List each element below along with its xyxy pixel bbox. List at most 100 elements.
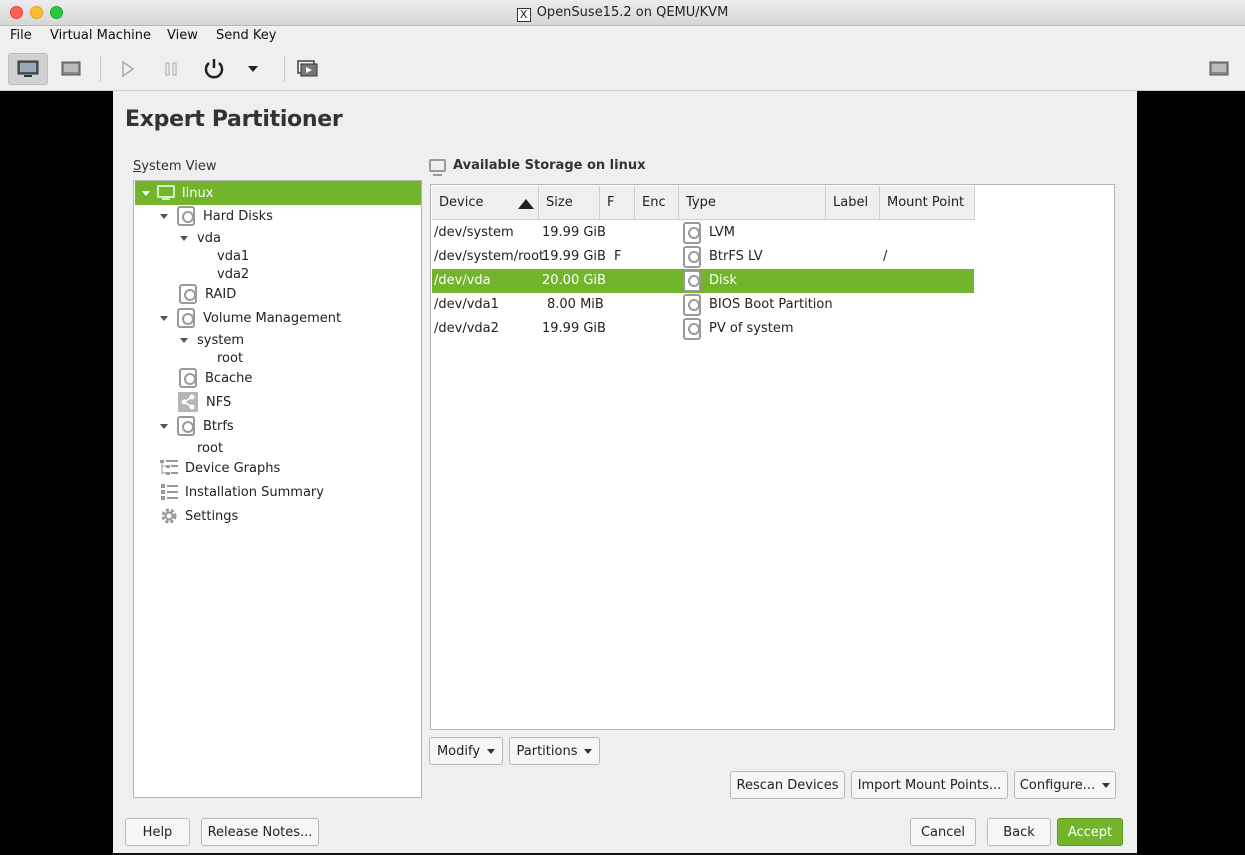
import-mount-points-button[interactable]: Import Mount Points... xyxy=(851,771,1008,799)
table-row[interactable]: /dev/vda1 8.00 MiB BIOS Boot Partition xyxy=(432,293,974,317)
computer-icon xyxy=(157,185,175,200)
column-header-mount-point[interactable]: Mount Point xyxy=(880,186,975,220)
table-row-selected[interactable]: /dev/vda 20.00 GiB Disk xyxy=(432,269,974,293)
disk-icon xyxy=(683,270,701,292)
column-label-label: Label xyxy=(833,195,869,210)
menu-send-key[interactable]: Send Key xyxy=(216,28,276,43)
menu-virtual-machine[interactable]: Virtual Machine xyxy=(50,28,151,43)
tree-item-vda2[interactable]: vda2 xyxy=(217,263,249,285)
column-header-label[interactable]: Label xyxy=(826,186,880,220)
column-header-f[interactable]: F xyxy=(600,186,635,220)
cell-size: 19.99 GiB xyxy=(542,249,606,264)
share-icon xyxy=(178,392,198,412)
tree-item-bcache[interactable]: Bcache xyxy=(134,367,252,389)
tree-label-linux: linux xyxy=(182,185,214,201)
tree-item-vda[interactable]: vda xyxy=(134,227,221,249)
column-label-size: Size xyxy=(546,195,573,210)
table-row[interactable]: /dev/vda2 19.99 GiB PV of system xyxy=(432,317,974,341)
expand-arrow-icon[interactable] xyxy=(142,190,150,196)
accept-button[interactable]: Accept xyxy=(1057,818,1123,846)
system-view-tree[interactable]: linux Hard Disks vda vda1 vda2 RAID Volu… xyxy=(133,180,422,798)
snapshots-icon xyxy=(297,60,318,77)
rescan-button-label: Rescan Devices xyxy=(736,777,839,793)
column-header-size[interactable]: Size xyxy=(539,186,600,220)
back-button-label: Back xyxy=(1003,824,1035,840)
rescan-devices-button[interactable]: Rescan Devices xyxy=(730,771,845,799)
expand-arrow-icon[interactable] xyxy=(160,213,168,219)
sort-ascending-icon xyxy=(518,199,534,209)
cell-f: F xyxy=(614,249,622,264)
modify-button[interactable]: Modify xyxy=(429,737,503,765)
cell-device: /dev/vda1 xyxy=(434,297,499,312)
power-menu-button[interactable] xyxy=(233,53,273,85)
raid-icon xyxy=(179,284,197,304)
expand-arrow-icon[interactable] xyxy=(160,315,168,321)
monitor-icon xyxy=(429,159,446,176)
play-icon xyxy=(122,60,135,78)
menu-file[interactable]: File xyxy=(10,28,32,43)
tree-label-nfs: NFS xyxy=(206,394,232,410)
fullscreen-icon xyxy=(1209,61,1229,76)
cell-type: PV of system xyxy=(709,321,794,336)
tree-item-installation-summary[interactable]: Installation Summary xyxy=(134,481,324,503)
configure-button-label: Configure... xyxy=(1019,777,1096,793)
back-button[interactable]: Back xyxy=(987,818,1051,846)
run-button[interactable] xyxy=(107,53,147,85)
partitions-button[interactable]: Partitions xyxy=(509,737,600,765)
tree-item-volume-management[interactable]: Volume Management xyxy=(134,307,341,329)
table-row[interactable]: /dev/system 19.99 GiB LVM xyxy=(432,221,974,245)
tree-label-volume-management: Volume Management xyxy=(203,310,342,326)
chevron-down-icon xyxy=(487,748,496,754)
cell-size: 19.99 GiB xyxy=(542,321,606,336)
cancel-button[interactable]: Cancel xyxy=(910,818,976,846)
cell-type: BtrFS LV xyxy=(709,249,763,264)
tree-item-linux[interactable]: linux xyxy=(135,181,421,205)
column-header-device[interactable]: Device xyxy=(432,186,539,220)
column-header-type[interactable]: Type xyxy=(679,186,826,220)
cell-device: /dev/vda xyxy=(434,273,491,288)
import-button-label: Import Mount Points... xyxy=(857,777,1002,793)
release-notes-button[interactable]: Release Notes... xyxy=(201,818,319,846)
tree-item-settings[interactable]: Settings xyxy=(134,505,238,527)
expand-arrow-icon[interactable] xyxy=(180,337,188,343)
help-button[interactable]: Help xyxy=(125,818,190,846)
tree-item-device-graphs[interactable]: Device Graphs xyxy=(134,457,280,479)
tree-item-raid[interactable]: RAID xyxy=(134,283,236,305)
lvm-icon xyxy=(683,222,701,244)
partition-icon xyxy=(683,318,701,340)
cell-size: 8.00 MiB xyxy=(547,297,604,312)
cell-device: /dev/vda2 xyxy=(434,321,499,336)
fullscreen-button[interactable] xyxy=(1199,53,1239,85)
tree-item-btrfs[interactable]: Btrfs xyxy=(134,415,234,437)
vm-border-left xyxy=(0,91,113,855)
cell-type: BIOS Boot Partition xyxy=(709,297,833,312)
tree-label-system: system xyxy=(197,332,244,348)
details-icon xyxy=(61,61,81,76)
installer-screen: Expert Partitioner System View linux Har… xyxy=(113,91,1137,853)
show-details-button[interactable] xyxy=(51,53,91,85)
tree-label-raid: RAID xyxy=(205,286,237,302)
pause-icon xyxy=(165,62,177,76)
expand-arrow-icon[interactable] xyxy=(160,423,168,429)
help-button-label: Help xyxy=(142,824,173,840)
tree-label-vda1: vda1 xyxy=(217,248,250,264)
tree-label-bcache: Bcache xyxy=(205,370,253,386)
tree-item-hard-disks[interactable]: Hard Disks xyxy=(134,205,273,227)
vm-border-right xyxy=(1137,91,1245,855)
snapshots-button[interactable] xyxy=(287,53,327,85)
cell-type: LVM xyxy=(709,225,735,240)
show-console-button[interactable] xyxy=(8,53,48,85)
cell-device: /dev/system/root xyxy=(434,249,545,264)
power-icon xyxy=(204,59,224,79)
device-table[interactable]: Device Size F Enc Type Label Mount Point… xyxy=(430,184,1115,730)
configure-button[interactable]: Configure... xyxy=(1014,771,1116,799)
pause-button[interactable] xyxy=(151,53,191,85)
column-header-enc[interactable]: Enc xyxy=(635,186,679,220)
table-row[interactable]: /dev/system/root 19.99 GiB F BtrFS LV / xyxy=(432,245,974,269)
expand-arrow-icon[interactable] xyxy=(180,235,188,241)
tree-item-nfs[interactable]: NFS xyxy=(134,391,231,413)
tree-item-system-root[interactable]: root xyxy=(217,347,243,369)
menu-view[interactable]: View xyxy=(167,28,198,43)
tree-item-btrfs-root[interactable]: root xyxy=(197,437,223,459)
power-button[interactable] xyxy=(194,53,234,85)
